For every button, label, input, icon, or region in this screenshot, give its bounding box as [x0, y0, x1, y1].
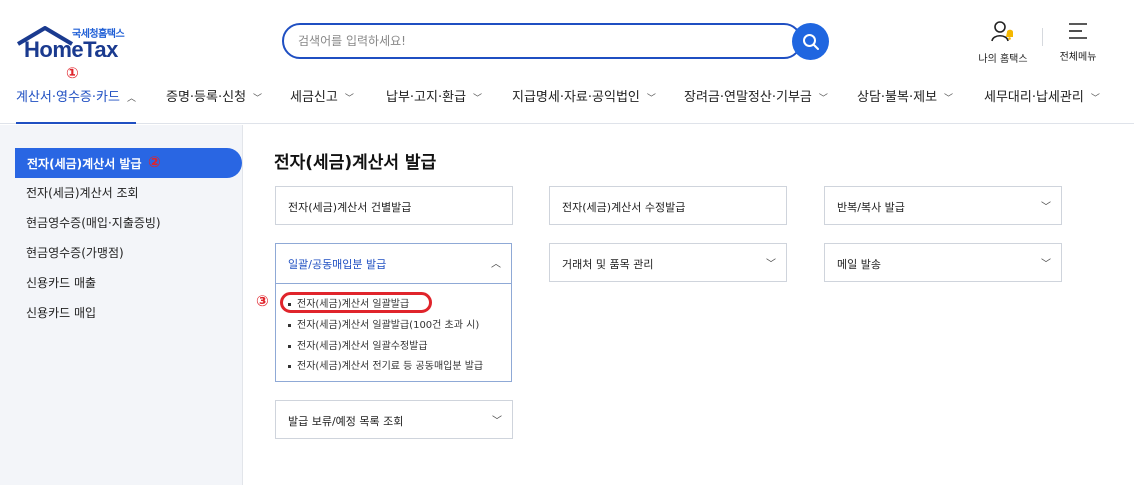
gnb-item-tax-report[interactable]: 세금신고 ﹀	[290, 82, 354, 124]
card-single-issue[interactable]: 전자(세금)계산서 건별발급	[275, 186, 513, 225]
card-label: 일괄/공동매입분 발급	[288, 258, 387, 271]
dropdown-item-joint-purchase-issue[interactable]: 전자(세금)계산서 전기료 등 공동매입분 발급	[288, 357, 483, 372]
header-divider	[1042, 28, 1043, 46]
bullet-icon	[288, 323, 291, 327]
annotation-marker-2: ②	[148, 153, 161, 171]
gnb-item-label: 지급명세·자료·공익법인	[512, 90, 640, 105]
card-repeat-copy-issue[interactable]: 반복/복사 발급 ﹀	[824, 186, 1062, 225]
sidebar-item-view-invoice[interactable]: 전자(세금)계산서 조회	[26, 184, 139, 201]
gnb-item-label: 증명·등록·신청	[166, 90, 247, 105]
my-hometax-label: 나의 홈택스	[978, 54, 1028, 65]
highlight-circle	[280, 292, 432, 313]
all-menu-label: 전체메뉴	[1059, 52, 1097, 63]
user-bell-icon	[991, 21, 1013, 42]
sidebar: 전자(세금)계산서 발급 ② 전자(세금)계산서 조회 현금영수증(매입·지출증…	[0, 125, 243, 485]
dropdown-item-label: 전자(세금)계산서 일괄수정발급	[297, 341, 428, 352]
search-input[interactable]	[298, 32, 778, 50]
sidebar-item-card-sales[interactable]: 신용카드 매출	[26, 274, 96, 291]
hometax-logo[interactable]: 국세청홈택스 HomeTax	[14, 22, 134, 66]
bullet-icon	[288, 364, 291, 368]
card-label: 전자(세금)계산서 수정발급	[562, 201, 686, 214]
chevron-down-icon: ﹀	[473, 94, 483, 104]
chevron-down-icon: ﹀	[1041, 202, 1051, 213]
dropdown-item-bulk-issue-over-100[interactable]: 전자(세금)계산서 일괄발급(100건 초과 시)	[288, 316, 479, 331]
gnb-item-label: 세무대리·납세관리	[984, 90, 1084, 105]
sidebar-item-label: 전자(세금)계산서 발급	[27, 157, 142, 171]
sidebar-item-card-purchase[interactable]: 신용카드 매입	[26, 304, 96, 321]
card-label: 메일 발송	[837, 258, 881, 271]
gnb-item-incentive[interactable]: 장려금·연말정산·기부금 ﹀	[684, 82, 828, 124]
sidebar-item-cash-receipt-purchase[interactable]: 현금영수증(매입·지출증빙)	[26, 214, 161, 231]
gnb-item-label: 계산서·영수증·카드	[16, 90, 120, 105]
hamburger-menu-icon	[1069, 23, 1087, 39]
gnb-item-label: 상담·불복·제보	[857, 90, 938, 105]
gnb-item-payment-statement[interactable]: 지급명세·자료·공익법인 ﹀	[512, 82, 656, 124]
gnb-item-label: 납부·고지·환급	[386, 90, 467, 105]
dropdown-item-label: 전자(세금)계산서 일괄발급(100건 초과 시)	[297, 320, 480, 331]
my-hometax-button[interactable]: 나의 홈택스	[976, 20, 1030, 65]
card-modify-issue[interactable]: 전자(세금)계산서 수정발급	[549, 186, 787, 225]
card-mail-send[interactable]: 메일 발송 ﹀	[824, 243, 1062, 282]
card-label: 거래처 및 품목 관리	[562, 258, 654, 271]
chevron-down-icon: ﹀	[818, 94, 828, 104]
search-button[interactable]	[792, 23, 829, 60]
chevron-down-icon: ﹀	[492, 416, 502, 427]
header: 국세청홈택스 HomeTax 나의 홈택스 전체메뉴 ① 계산서·영수증·카드 ︿	[0, 0, 1134, 124]
chevron-up-icon: ︿	[491, 259, 501, 270]
chevron-down-icon: ﹀	[944, 94, 954, 104]
chevron-up-icon: ︿	[126, 94, 136, 104]
annotation-marker-1: ①	[66, 64, 79, 82]
sidebar-item-cash-receipt-merchant[interactable]: 현금영수증(가맹점)	[26, 244, 124, 261]
gnb-item-payment[interactable]: 납부·고지·환급 ﹀	[386, 82, 482, 124]
all-menu-button[interactable]: 전체메뉴	[1054, 20, 1102, 63]
search-icon	[802, 33, 819, 50]
gnb-item-tax-agent[interactable]: 세무대리·납세관리 ﹀	[984, 82, 1100, 124]
chevron-down-icon: ﹀	[344, 94, 354, 104]
chevron-down-icon: ﹀	[253, 94, 263, 104]
gnb-item-invoice-receipt-card[interactable]: 계산서·영수증·카드 ︿	[16, 82, 136, 124]
search-box	[282, 23, 802, 59]
annotation-marker-3: ③	[256, 292, 269, 310]
card-label: 전자(세금)계산서 건별발급	[288, 201, 412, 214]
sidebar-item-issue-invoice[interactable]: 전자(세금)계산서 발급	[15, 148, 242, 178]
dropdown-item-bulk-modify-issue[interactable]: 전자(세금)계산서 일괄수정발급	[288, 337, 428, 352]
gnb-item-certificate[interactable]: 증명·등록·신청 ﹀	[166, 82, 262, 124]
card-label: 반복/복사 발급	[837, 201, 905, 214]
chevron-down-icon: ﹀	[766, 259, 776, 270]
dropdown-item-label: 전자(세금)계산서 전기료 등 공동매입분 발급	[297, 361, 484, 372]
card-pending-scheduled-list[interactable]: 발급 보류/예정 목록 조회 ﹀	[275, 400, 513, 439]
global-nav: 계산서·영수증·카드 ︿ 증명·등록·신청 ﹀ 세금신고 ﹀ 납부·고지·환급 ﹀ 지급…	[0, 82, 1134, 124]
page-title: 전자(세금)계산서 발급	[274, 153, 437, 173]
card-label: 발급 보류/예정 목록 조회	[288, 415, 404, 428]
gnb-item-label: 세금신고	[290, 90, 338, 105]
chevron-down-icon: ﹀	[1090, 94, 1100, 104]
bullet-icon	[288, 344, 291, 348]
logo-title: HomeTax	[24, 37, 118, 62]
gnb-item-label: 장려금·연말정산·기부금	[684, 90, 812, 105]
gnb-item-consult[interactable]: 상담·불복·제보 ﹀	[857, 82, 953, 124]
chevron-down-icon: ﹀	[1041, 259, 1051, 270]
card-client-item-manage[interactable]: 거래처 및 품목 관리 ﹀	[549, 243, 787, 282]
card-bulk-joint-issue[interactable]: 일괄/공동매입분 발급 ︿	[275, 243, 512, 284]
chevron-down-icon: ﹀	[646, 94, 656, 104]
